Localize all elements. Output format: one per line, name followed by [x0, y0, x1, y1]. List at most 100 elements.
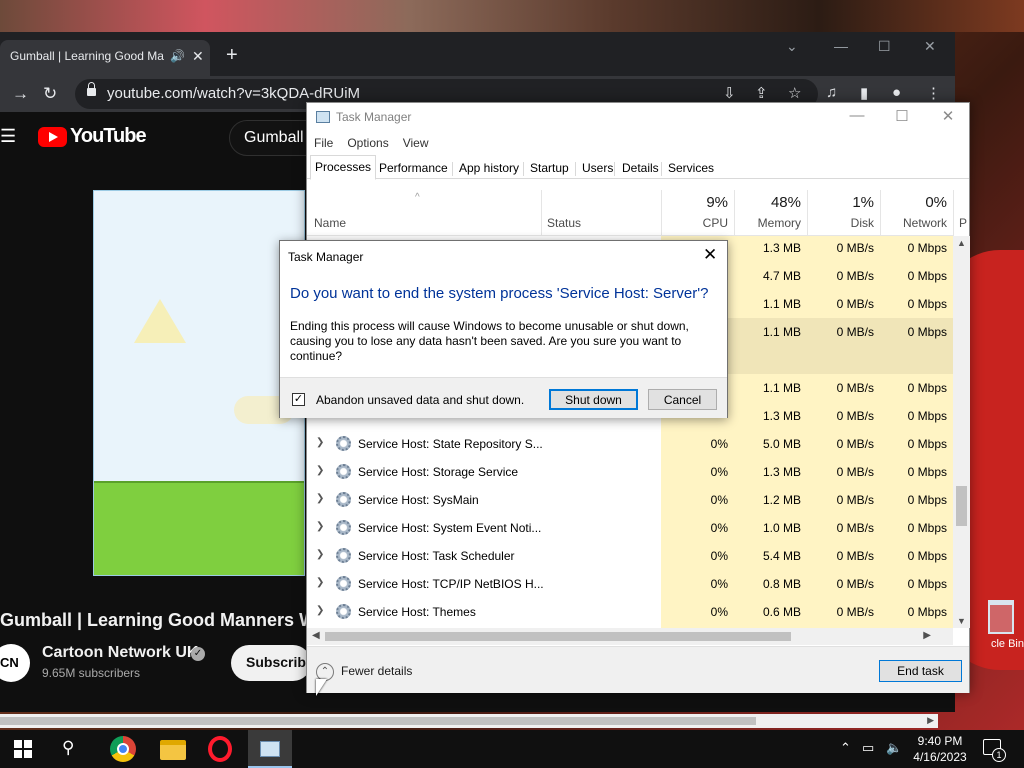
menu-file[interactable]: File [314, 133, 333, 155]
menu-view[interactable]: View [403, 133, 429, 155]
expand-chevron-icon[interactable]: ❯ [316, 437, 324, 448]
tm-minimize-button[interactable]: — [842, 107, 872, 124]
system-clock[interactable]: 9:40 PM 4/16/2023 [905, 733, 975, 765]
scrollbar-thumb[interactable] [0, 717, 756, 725]
page-horizontal-scrollbar[interactable]: ▶ [0, 714, 938, 728]
memory-percent[interactable]: 48% [741, 194, 801, 211]
scrollbar-thumb[interactable] [956, 486, 967, 526]
table-row[interactable]: ❯ Service Host: State Repository S... 0% 5.… [307, 430, 953, 458]
column-status[interactable]: Status [547, 216, 581, 230]
scroll-right-icon[interactable]: ▶ [927, 715, 934, 726]
tab-performance[interactable]: Performance [374, 159, 452, 177]
tm-menu-bar: File Options View [307, 133, 429, 155]
forward-icon[interactable]: → [12, 84, 29, 104]
sort-ascending-icon: ^ [415, 192, 420, 203]
expand-chevron-icon[interactable]: ❯ [316, 605, 324, 616]
table-row[interactable]: ❯ Service Host: Themes 0% 0.6 MB 0 MB/s 0 Mbp… [307, 598, 953, 626]
clock-date: 4/16/2023 [913, 750, 967, 764]
tab-app-history[interactable]: App history [454, 159, 523, 177]
process-memory: 1.2 MB [762, 493, 801, 507]
youtube-logo[interactable]: YouTube [38, 125, 147, 148]
disk-percent[interactable]: 1% [814, 194, 874, 211]
scroll-down-icon[interactable]: ▼ [957, 616, 966, 626]
opera-icon[interactable] [208, 736, 232, 762]
scroll-up-icon[interactable]: ▲ [957, 238, 966, 248]
tab-close-icon[interactable]: ✕ [192, 48, 204, 65]
channel-name[interactable]: Cartoon Network UK [42, 644, 198, 662]
process-memory: 0.8 MB [762, 577, 801, 591]
profile-icon[interactable]: ● [892, 84, 901, 101]
expand-chevron-icon[interactable]: ❯ [316, 521, 324, 532]
abandon-data-checkbox[interactable]: ✓ [292, 393, 305, 406]
youtube-wordmark: YouTube [70, 125, 147, 147]
dialog-close-icon[interactable]: ✕ [703, 245, 717, 265]
close-button[interactable]: ✕ [924, 38, 936, 55]
column-power[interactable]: P [901, 216, 967, 230]
abandon-data-label[interactable]: Abandon unsaved data and shut down. [316, 393, 524, 407]
process-list-vertical-scrollbar[interactable]: ▲ ▼ [953, 236, 970, 628]
tab-separator [523, 162, 524, 176]
expand-chevron-icon[interactable]: ❯ [316, 549, 324, 560]
dialog-footer: ✓ Abandon unsaved data and shut down. Sh… [280, 377, 727, 418]
side-panel-icon[interactable]: ▮ [860, 84, 868, 102]
menu-options[interactable]: Options [347, 133, 388, 155]
expand-chevron-icon[interactable]: ❯ [316, 493, 324, 504]
bookmark-star-icon[interactable]: ☆ [788, 84, 801, 102]
tab-users[interactable]: Users [577, 159, 617, 177]
table-row[interactable]: ❯ Service Host: System Event Noti... 0% 1.0… [307, 514, 953, 542]
menu-kebab-icon[interactable]: ⋮ [926, 84, 941, 102]
file-explorer-icon[interactable] [160, 740, 186, 760]
tab-services[interactable]: Services [663, 159, 718, 177]
network-percent[interactable]: 0% [887, 194, 947, 211]
table-row[interactable]: ❯ Service Host: TCP/IP NetBIOS H... 0% 0.8 … [307, 570, 953, 598]
volume-icon[interactable]: 🔈 [886, 740, 902, 756]
channel-avatar[interactable]: CN [0, 644, 30, 682]
media-control-icon[interactable]: ♫ [826, 84, 837, 101]
table-row[interactable]: ❯ Service Host: SysMain 0% 1.2 MB 0 MB/s 0 Mb… [307, 486, 953, 514]
share-icon[interactable]: ⇪ [755, 84, 768, 102]
process-disk: 0 MB/s [836, 605, 874, 619]
scroll-left-icon[interactable]: ◀ [312, 630, 320, 641]
process-list-horizontal-scrollbar[interactable]: ◀ ▶ [307, 628, 953, 645]
expand-chevron-icon[interactable]: ❯ [316, 465, 324, 476]
scroll-right-icon[interactable]: ▶ [923, 630, 931, 641]
process-network: 0 Mbps [907, 241, 947, 255]
search-icon[interactable]: ⚲ [62, 738, 74, 758]
column-cpu[interactable]: CPU [668, 216, 728, 230]
table-row[interactable]: ❯ Service Host: Task Scheduler 0% 5.4 MB 0 M… [307, 542, 953, 570]
shut-down-button[interactable]: Shut down [549, 389, 638, 410]
cpu-percent[interactable]: 9% [668, 194, 728, 211]
task-manager-titlebar[interactable]: Task Manager — ☐ ✕ [307, 103, 969, 132]
tab-processes[interactable]: Processes [310, 155, 377, 180]
table-row[interactable]: ❯ Service Host: Storage Service 0% 1.3 MB 0 … [307, 458, 953, 486]
cancel-button[interactable]: Cancel [648, 389, 717, 410]
reload-icon[interactable]: ↻ [43, 84, 57, 104]
scrollbar-thumb[interactable] [325, 632, 791, 641]
service-gear-icon [336, 604, 351, 619]
column-disk[interactable]: Disk [814, 216, 874, 230]
network-icon[interactable]: ▭ [862, 740, 874, 756]
install-icon[interactable]: ⇩ [723, 84, 736, 102]
expand-chevron-icon[interactable]: ❯ [316, 577, 324, 588]
tm-close-button[interactable]: ✕ [933, 107, 963, 125]
column-name[interactable]: Name [314, 216, 346, 230]
tab-details[interactable]: Details [617, 159, 663, 177]
tab-search-icon[interactable]: ⌄ [786, 38, 798, 55]
new-tab-button[interactable]: + [226, 44, 238, 67]
minimize-button[interactable]: — [834, 38, 848, 54]
browser-tab[interactable]: Gumball | Learning Good Ma 🔊 ✕ [0, 40, 210, 76]
chrome-icon[interactable] [110, 736, 136, 762]
fewer-details-link[interactable]: Fewer details [341, 664, 412, 678]
task-manager-taskbar-icon[interactable] [256, 736, 282, 762]
show-hidden-icons-chevron-icon[interactable]: ⌃ [840, 740, 851, 756]
video-player[interactable] [93, 190, 305, 576]
maximize-button[interactable]: ☐ [878, 38, 891, 55]
end-task-button[interactable]: End task [879, 660, 962, 682]
tm-maximize-button[interactable]: ☐ [887, 107, 917, 125]
windows-start-icon[interactable] [14, 740, 32, 758]
speaker-icon[interactable]: 🔊 [170, 49, 185, 63]
subscribe-button[interactable]: Subscribe [231, 645, 314, 681]
column-memory[interactable]: Memory [741, 216, 801, 230]
hamburger-menu-icon[interactable]: ☰ [0, 126, 16, 147]
tab-startup[interactable]: Startup [525, 159, 573, 177]
